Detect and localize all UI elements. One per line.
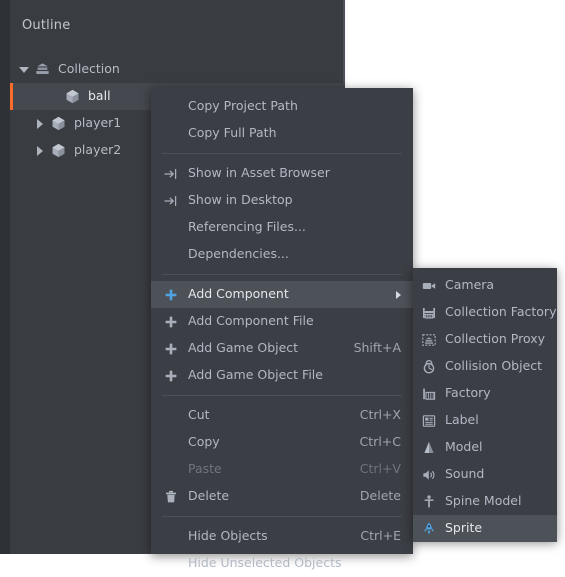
outline-item-label: player1 xyxy=(74,115,122,131)
menu-item-label: Cut xyxy=(188,407,210,423)
menu-item-cut[interactable]: Cut Ctrl+X xyxy=(151,402,413,429)
menu-item-show-in-desktop[interactable]: Show in Desktop xyxy=(151,187,413,214)
panel-gutter xyxy=(0,0,10,554)
submenu-item-label: Collection Factory xyxy=(445,304,557,320)
menu-item-copy[interactable]: Copy Ctrl+C xyxy=(151,429,413,456)
menu-separator xyxy=(162,274,402,275)
submenu-item-label: Label xyxy=(445,412,479,428)
menu-item-copy-full-path[interactable]: Copy Full Path xyxy=(151,120,413,147)
game-object-icon xyxy=(66,89,79,104)
chevron-right-icon[interactable] xyxy=(34,117,47,130)
add-component-submenu[interactable]: Camera Collection Factory Collection Proxy… xyxy=(413,268,557,542)
menu-item-label: Show in Asset Browser xyxy=(188,165,330,181)
submenu-item-label: Factory xyxy=(445,385,491,401)
spine-model-icon xyxy=(424,494,434,507)
model-icon xyxy=(424,441,434,453)
sound-icon xyxy=(423,469,435,480)
trash-icon xyxy=(166,490,176,502)
submenu-item-factory[interactable]: Factory xyxy=(413,380,557,407)
menu-item-label: Add Game Object xyxy=(188,340,299,356)
collection-factory-icon xyxy=(423,307,435,319)
menu-item-paste: Paste Ctrl+V xyxy=(151,456,413,483)
submenu-item-label: Sprite xyxy=(445,520,483,536)
outline-item-label: Collection xyxy=(58,61,120,77)
submenu-item-camera[interactable]: Camera xyxy=(413,272,557,299)
context-menu[interactable]: Copy Project Path Copy Full Path Show in A… xyxy=(151,88,413,569)
outline-title: Outline xyxy=(22,18,71,33)
show-in-arrow-icon xyxy=(164,168,177,179)
submenu-item-label: Collection Proxy xyxy=(445,331,546,347)
menu-separator xyxy=(162,516,402,517)
menu-item-label: Paste xyxy=(188,461,222,477)
menu-item-show-in-asset-browser[interactable]: Show in Asset Browser xyxy=(151,160,413,187)
submenu-item-label: Camera xyxy=(445,277,495,293)
chevron-right-icon xyxy=(391,290,401,300)
menu-item-shortcut: Shift+A xyxy=(353,340,401,356)
menu-item-label: Hide Objects xyxy=(188,528,268,544)
menu-item-referencing-files[interactable]: Referencing Files... xyxy=(151,214,413,241)
plus-icon xyxy=(165,370,177,381)
menu-item-shortcut: Ctrl+C xyxy=(359,434,401,450)
menu-item-label: Add Component xyxy=(188,286,289,302)
editor-root: Outline Collection ball player1 player2 Cop… xyxy=(0,0,565,569)
menu-item-add-game-object[interactable]: Add Game Object Shift+A xyxy=(151,335,413,362)
menu-item-add-game-object-file[interactable]: Add Game Object File xyxy=(151,362,413,389)
game-object-icon xyxy=(52,116,65,131)
submenu-item-model[interactable]: Model xyxy=(413,434,557,461)
label-icon xyxy=(422,414,436,427)
menu-separator xyxy=(162,153,402,154)
menu-item-label: Add Component File xyxy=(188,313,314,329)
menu-item-label: Delete xyxy=(188,488,230,504)
outline-item-collection[interactable]: Collection xyxy=(10,56,345,83)
menu-item-hide-objects[interactable]: Hide Objects Ctrl+E xyxy=(151,523,413,550)
game-object-icon xyxy=(52,143,65,158)
chevron-right-icon[interactable] xyxy=(34,144,47,157)
menu-item-label: Copy Full Path xyxy=(188,125,277,141)
menu-item-label: Copy Project Path xyxy=(188,98,298,114)
plus-icon xyxy=(165,343,177,354)
collection-icon xyxy=(36,63,49,74)
outline-item-label: player2 xyxy=(74,142,122,158)
submenu-item-collection-factory[interactable]: Collection Factory xyxy=(413,299,557,326)
submenu-item-label: Collision Object xyxy=(445,358,543,374)
submenu-item-spine-model[interactable]: Spine Model xyxy=(413,488,557,515)
menu-item-label: Copy xyxy=(188,434,220,450)
menu-item-label: Hide Unselected Objects xyxy=(188,555,342,571)
menu-item-shortcut: Ctrl+E xyxy=(360,528,401,544)
submenu-item-label[interactable]: Label xyxy=(413,407,557,434)
submenu-item-collection-proxy[interactable]: Collection Proxy xyxy=(413,326,557,353)
show-in-arrow-icon xyxy=(164,195,177,206)
menu-item-copy-project-path[interactable]: Copy Project Path xyxy=(151,93,413,120)
menu-item-label: Show in Desktop xyxy=(188,192,293,208)
submenu-item-label: Spine Model xyxy=(445,493,522,509)
submenu-item-label: Model xyxy=(445,439,483,455)
menu-item-hide-unselected-objects[interactable]: Hide Unselected Objects xyxy=(151,550,413,577)
submenu-item-collision-object[interactable]: Collision Object xyxy=(413,353,557,380)
menu-item-shortcut: Ctrl+V xyxy=(359,461,401,477)
menu-item-add-component-file[interactable]: Add Component File xyxy=(151,308,413,335)
menu-item-delete[interactable]: Delete Delete xyxy=(151,483,413,510)
collection-proxy-icon xyxy=(422,333,436,346)
plus-icon-blue xyxy=(165,289,177,300)
menu-item-shortcut: Delete xyxy=(359,488,401,504)
camera-icon xyxy=(422,282,436,289)
collision-object-icon xyxy=(423,359,435,373)
sprite-icon xyxy=(424,522,434,535)
submenu-item-sprite[interactable]: Sprite xyxy=(413,515,557,542)
plus-icon xyxy=(165,316,177,327)
menu-item-label: Referencing Files... xyxy=(188,219,306,235)
menu-item-label: Add Game Object File xyxy=(188,367,323,383)
factory-icon xyxy=(423,388,436,400)
menu-item-shortcut: Ctrl+X xyxy=(359,407,401,423)
menu-item-add-component[interactable]: Add Component xyxy=(151,281,413,308)
chevron-down-icon[interactable] xyxy=(18,63,31,76)
submenu-item-label: Sound xyxy=(445,466,485,482)
menu-item-label: Dependencies... xyxy=(188,246,289,262)
outline-item-label: ball xyxy=(88,88,111,104)
submenu-item-sound[interactable]: Sound xyxy=(413,461,557,488)
menu-item-dependencies[interactable]: Dependencies... xyxy=(151,241,413,268)
menu-separator xyxy=(162,395,402,396)
